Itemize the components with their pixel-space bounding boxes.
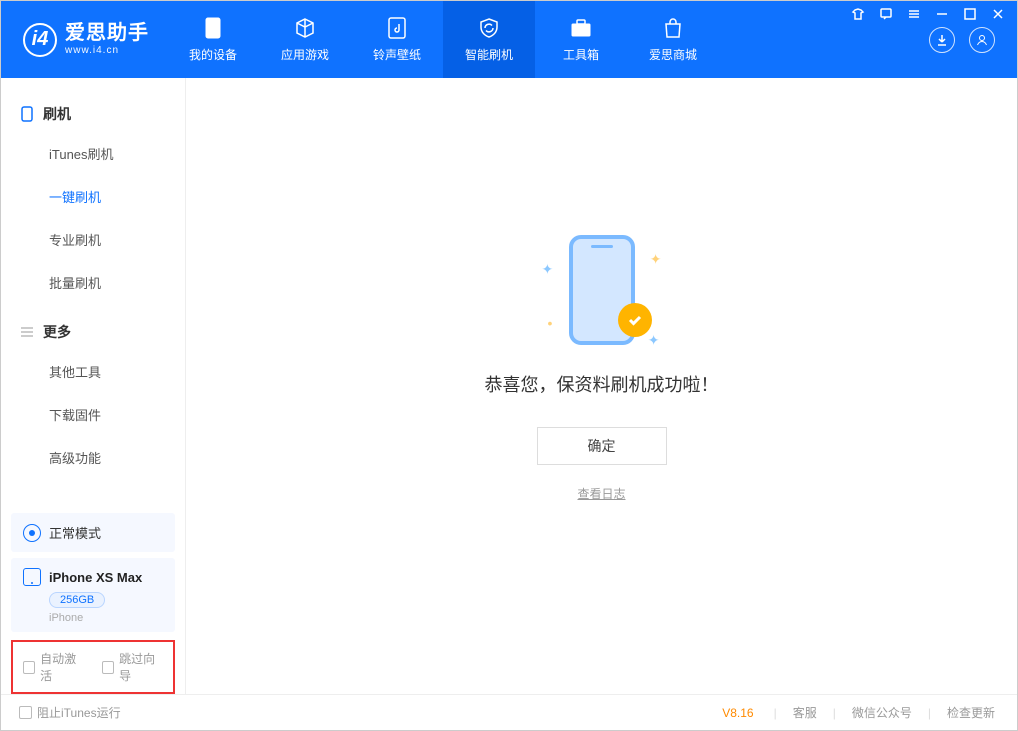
skip-guide-checkbox[interactable]: 跳过向导 [102, 650, 163, 684]
toolbox-icon [569, 16, 593, 40]
menu-icon[interactable] [907, 7, 921, 21]
list-icon [19, 324, 35, 340]
sidebar-item-batch-flash[interactable]: 批量刷机 [1, 261, 185, 304]
status-bar: 阻止iTunes运行 V8.16 | 客服 | 微信公众号 | 检查更新 [1, 694, 1017, 730]
sidebar-item-itunes-flash[interactable]: iTunes刷机 [1, 132, 185, 175]
view-log-link[interactable]: 查看日志 [577, 485, 625, 502]
main-content: ✦ ✦ • ✦ 恭喜您，保资料刷机成功啦！ 确定 查看日志 [186, 78, 1017, 694]
success-message: 恭喜您，保资料刷机成功啦！ [485, 371, 719, 397]
sparkle-icon: • [548, 315, 553, 331]
music-file-icon [385, 16, 409, 40]
sidebar-section-more: 更多 [1, 314, 185, 350]
maximize-button[interactable] [963, 7, 977, 21]
tshirt-icon[interactable] [851, 7, 865, 21]
sidebar-section-flash: 刷机 [1, 96, 185, 132]
checkbox-icon [23, 661, 35, 674]
section-label: 更多 [43, 322, 71, 342]
app-url: www.i4.cn [65, 45, 149, 57]
feedback-icon[interactable] [879, 7, 893, 21]
shield-refresh-icon [477, 16, 501, 40]
sidebar: 刷机 iTunes刷机 一键刷机 专业刷机 批量刷机 更多 其他工具 下载固件 … [1, 78, 186, 694]
download-button[interactable] [929, 27, 955, 53]
sidebar-item-advanced[interactable]: 高级功能 [1, 436, 185, 479]
flash-options-highlight: 自动激活 跳过向导 [11, 640, 175, 694]
device-type: iPhone [49, 612, 163, 624]
device-icon [19, 106, 35, 122]
section-label: 刷机 [43, 104, 71, 124]
app-name: 爱思助手 [65, 22, 149, 45]
sidebar-item-other-tools[interactable]: 其他工具 [1, 350, 185, 393]
ok-button[interactable]: 确定 [537, 427, 667, 465]
nav-label: 智能刷机 [465, 46, 513, 63]
device-name: iPhone XS Max [49, 570, 142, 585]
nav-label: 铃声壁纸 [373, 46, 421, 63]
nav-apps[interactable]: 应用游戏 [259, 1, 351, 78]
title-bar: i4 爱思助手 www.i4.cn 我的设备 应用游戏 铃声壁纸 智能刷机 工具… [1, 1, 1017, 78]
bag-icon [661, 16, 685, 40]
nav-ringtones[interactable]: 铃声壁纸 [351, 1, 443, 78]
device-card[interactable]: iPhone XS Max 256GB iPhone [11, 558, 175, 632]
sparkle-icon: ✦ [650, 251, 662, 268]
phone-icon [201, 16, 225, 40]
success-illustration: ✦ ✦ • ✦ [542, 231, 662, 351]
app-logo: i4 爱思助手 www.i4.cn [1, 1, 167, 78]
sidebar-item-onekey-flash[interactable]: 一键刷机 [1, 175, 185, 218]
nav-store[interactable]: 爱思商城 [627, 1, 719, 78]
device-mode-card[interactable]: 正常模式 [11, 513, 175, 552]
sidebar-item-pro-flash[interactable]: 专业刷机 [1, 218, 185, 261]
nav-label: 爱思商城 [649, 46, 697, 63]
checkbox-icon [102, 661, 114, 674]
cube-icon [293, 16, 317, 40]
user-button[interactable] [969, 27, 995, 53]
nav-label: 我的设备 [189, 46, 237, 63]
wechat-link[interactable]: 微信公众号 [848, 704, 916, 721]
version-label: V8.16 [722, 706, 753, 720]
minimize-button[interactable] [935, 7, 949, 21]
checkbox-icon [19, 706, 32, 719]
nav-label: 应用游戏 [281, 46, 329, 63]
check-update-link[interactable]: 检查更新 [943, 704, 999, 721]
phone-small-icon [23, 568, 41, 586]
sparkle-icon: ✦ [542, 261, 554, 278]
nav-label: 工具箱 [563, 46, 599, 63]
checkmark-badge-icon [618, 303, 652, 337]
sparkle-icon: ✦ [648, 332, 660, 349]
mode-label: 正常模式 [49, 523, 101, 542]
device-capacity: 256GB [49, 592, 105, 608]
support-link[interactable]: 客服 [789, 704, 821, 721]
block-itunes-checkbox[interactable]: 阻止iTunes运行 [19, 704, 121, 721]
main-nav: 我的设备 应用游戏 铃声壁纸 智能刷机 工具箱 爱思商城 [167, 1, 929, 78]
sidebar-item-download-firmware[interactable]: 下载固件 [1, 393, 185, 436]
nav-toolbox[interactable]: 工具箱 [535, 1, 627, 78]
window-controls [851, 7, 1005, 21]
logo-icon: i4 [23, 23, 57, 57]
nav-flash[interactable]: 智能刷机 [443, 1, 535, 78]
auto-activate-checkbox[interactable]: 自动激活 [23, 650, 84, 684]
nav-my-device[interactable]: 我的设备 [167, 1, 259, 78]
close-button[interactable] [991, 7, 1005, 21]
mode-icon [23, 524, 41, 542]
